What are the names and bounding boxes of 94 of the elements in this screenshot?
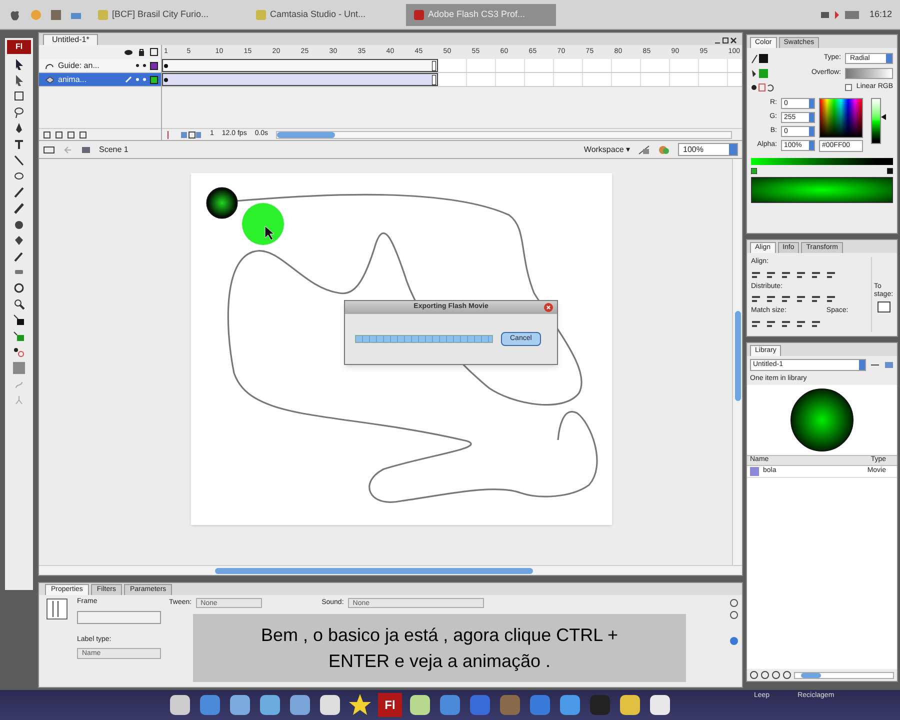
- gradient-pointer-icon[interactable]: [887, 168, 893, 174]
- app-icon: [256, 10, 266, 20]
- status-icons-drawing: [821, 8, 862, 20]
- gradient-bar[interactable]: [751, 158, 893, 164]
- brightness-gradient: [871, 98, 881, 144]
- line-tool-icon[interactable]: [13, 154, 25, 166]
- distribute-icon[interactable]: [796, 294, 806, 304]
- window-icon[interactable]: [50, 8, 62, 20]
- dot-icon: [143, 64, 146, 67]
- fill-color-icon[interactable]: [751, 67, 769, 79]
- stroke-color-icon[interactable]: [13, 314, 25, 326]
- gradient-pointer-icon[interactable]: [751, 168, 757, 174]
- app-icon: [414, 10, 424, 20]
- guide-layer-icon: [45, 62, 54, 70]
- lock-icon[interactable]: [138, 48, 145, 56]
- layer-icon: [45, 76, 54, 84]
- oval-tool-icon[interactable]: [13, 170, 25, 182]
- distribute-icon[interactable]: [751, 294, 761, 304]
- layer-row[interactable]: anima...: [39, 73, 161, 87]
- zoom-field[interactable]: 100%: [678, 143, 738, 156]
- to-stage-icon[interactable]: [876, 301, 890, 313]
- lasso-icon[interactable]: [13, 106, 25, 118]
- align-icon[interactable]: [826, 270, 836, 280]
- distribute-icon[interactable]: [766, 294, 776, 304]
- pencil-icon[interactable]: [13, 186, 25, 198]
- flash-app-icon[interactable]: Fl: [378, 693, 402, 717]
- align-icon[interactable]: [781, 270, 791, 280]
- eye-icon[interactable]: [124, 48, 133, 56]
- distribute-icon[interactable]: [781, 294, 791, 304]
- linear-rgb-checkbox[interactable]: [845, 84, 852, 91]
- timeline-toggle-icon[interactable]: [43, 144, 55, 154]
- pencil-icon: [125, 76, 132, 83]
- caption-line: Bem , o basico ja está , agora clique CTRL +: [260, 624, 618, 647]
- ball-preview-drawing: [790, 388, 854, 452]
- distribute-icon[interactable]: [811, 294, 821, 304]
- horizontal-scrollbar[interactable]: [39, 565, 742, 575]
- align-icon[interactable]: [766, 270, 776, 280]
- workspace-menu[interactable]: Workspace ▾: [584, 144, 630, 156]
- dot-icon: [136, 64, 139, 67]
- frame-name-field[interactable]: [77, 610, 161, 624]
- scroll-thumb[interactable]: [801, 672, 821, 678]
- library-scrollbar[interactable]: [794, 672, 894, 678]
- scene-label[interactable]: Scene 1: [99, 144, 128, 156]
- keyframe-icon: [164, 64, 168, 68]
- frame-icon: [45, 597, 69, 621]
- text-tool-icon[interactable]: [13, 138, 25, 150]
- app-icon: [98, 10, 108, 20]
- align-icon[interactable]: [811, 270, 821, 280]
- overflow-dropdown[interactable]: [845, 68, 893, 78]
- distribute-icon[interactable]: [826, 294, 836, 304]
- match-size-icon[interactable]: [751, 318, 761, 328]
- scroll-thumb[interactable]: [277, 132, 336, 138]
- star-icon[interactable]: [348, 693, 372, 717]
- selection-tool-icon[interactable]: [13, 58, 25, 70]
- brightness-pointer-icon[interactable]: [881, 114, 886, 120]
- swap-colors-icon[interactable]: [13, 346, 25, 358]
- align-icon[interactable]: [796, 270, 806, 280]
- stroke-color-icon[interactable]: [751, 52, 769, 64]
- match-size-icon[interactable]: [781, 318, 791, 328]
- vertical-scrollbar[interactable]: [732, 159, 742, 565]
- scroll-thumb[interactable]: [215, 568, 533, 574]
- eyedropper-icon[interactable]: [13, 250, 25, 262]
- edit-symbols-icon[interactable]: [638, 144, 650, 154]
- match-size-icon[interactable]: [796, 318, 806, 328]
- match-size-icon[interactable]: [811, 318, 821, 328]
- caption-line: ENTER e veja a animação .: [328, 650, 551, 673]
- fill-color-icon[interactable]: [13, 330, 25, 342]
- outline-icon[interactable]: [150, 48, 158, 56]
- dot-icon: [136, 78, 139, 81]
- color-spectrum[interactable]: [819, 98, 863, 138]
- document-tab[interactable]: Untitled-1*: [43, 34, 98, 45]
- brush-icon[interactable]: [13, 202, 25, 214]
- ball-highlight-drawing: [242, 203, 284, 245]
- onion-skin-icons[interactable]: [180, 130, 202, 138]
- app-logo: Fl: [7, 40, 31, 54]
- subselection-tool-icon[interactable]: [13, 74, 25, 86]
- pen-icon[interactable]: [13, 122, 25, 134]
- close-icon[interactable]: [544, 303, 553, 312]
- match-size-icon[interactable]: [766, 318, 776, 328]
- color-swap-icons[interactable]: [751, 82, 775, 92]
- layer-row[interactable]: Guide: an...: [39, 59, 161, 73]
- align-icon[interactable]: [751, 270, 761, 280]
- timeline-scrollbar[interactable]: [276, 130, 732, 138]
- zoom-icon[interactable]: [13, 298, 25, 310]
- transform-tool-icon[interactable]: [13, 90, 25, 102]
- dot-icon: [143, 78, 146, 81]
- window-controls-icon[interactable]: [714, 37, 738, 45]
- keyframe-icon: [164, 78, 168, 82]
- scroll-thumb[interactable]: [734, 311, 740, 401]
- ball-drawing: [206, 187, 238, 219]
- edit-scene-icon[interactable]: [658, 144, 670, 154]
- clock: 16:12: [869, 8, 892, 21]
- scene-icon: [81, 144, 91, 154]
- mouse-cursor-icon: [264, 226, 274, 240]
